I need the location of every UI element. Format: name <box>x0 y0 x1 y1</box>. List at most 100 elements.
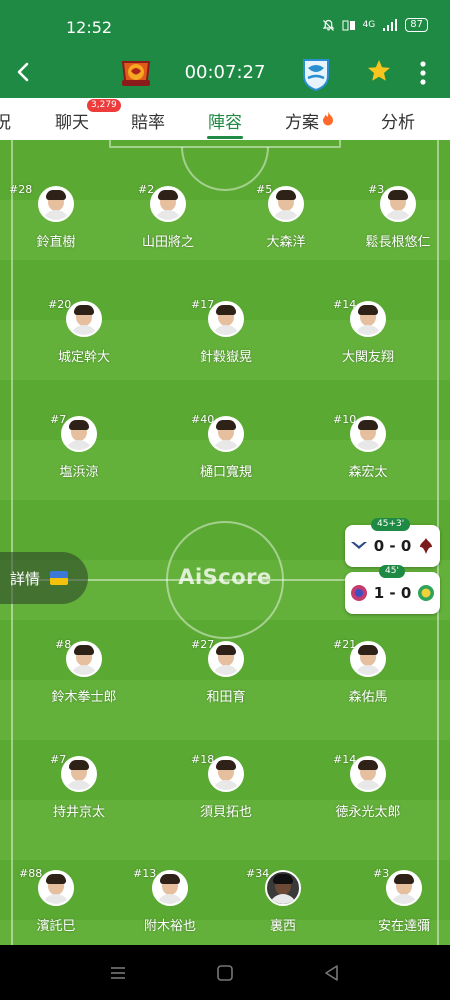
player-avatar <box>268 186 304 222</box>
player-number: #40 <box>191 413 215 426</box>
tab-plans[interactable]: 方案 <box>285 108 319 133</box>
player-avatar <box>38 186 74 222</box>
player-card[interactable]: #18 須貝拓也 <box>171 753 281 836</box>
player-card[interactable]: #20 城定幹大 <box>29 298 139 381</box>
lineup-pitch: AiScore #28 鈴直樹 #2 山田將之 #5 大森洋 #3 鬆長根悠仁 #20 城… <box>0 140 450 945</box>
player-name: 城定幹大 <box>57 350 110 365</box>
player-avatar <box>380 186 416 222</box>
player-avatar <box>152 870 188 906</box>
player-number: #20 <box>48 298 72 311</box>
player-name: 鈴木拳士郎 <box>51 690 117 705</box>
player-card[interactable]: #17 針穀嶽晃 <box>171 298 281 381</box>
player-avatar <box>66 301 102 337</box>
player-avatar <box>386 870 422 906</box>
back-triangle-icon[interactable] <box>322 963 342 983</box>
player-number: #3 <box>368 183 385 196</box>
player-number: #7 <box>50 753 67 766</box>
star-icon[interactable] <box>366 58 392 84</box>
mute-icon <box>322 19 334 31</box>
chat-count-badge: 3,279 <box>87 99 121 112</box>
details-label: 詳情 <box>10 570 41 588</box>
player-name: 森佑馬 <box>348 690 388 705</box>
player-number: #14 <box>333 753 357 766</box>
player-name: 塩浜涼 <box>59 465 99 480</box>
home-icon[interactable] <box>215 963 235 983</box>
player-name: 徳永光太郎 <box>335 805 401 820</box>
player-card[interactable]: #28 鈴直樹 <box>1 183 111 266</box>
player-name: 大森洋 <box>266 235 306 250</box>
player-avatar <box>38 870 74 906</box>
tab-odds[interactable]: 賠率 <box>131 108 165 133</box>
player-name: 和田育 <box>206 690 246 705</box>
player-name: 森宏太 <box>348 465 388 480</box>
player-card[interactable]: #21 森佑馬 <box>313 638 423 721</box>
match-minute: 45' <box>379 565 405 578</box>
active-tab-indicator <box>207 136 243 139</box>
player-card[interactable]: #7 持井京太 <box>24 753 134 836</box>
team-logo-icon <box>420 538 432 554</box>
player-number: #2 <box>138 183 155 196</box>
player-card[interactable]: #7 塩浜涼 <box>24 413 134 496</box>
player-number: #8 <box>55 638 72 651</box>
player-number: #27 <box>191 638 215 651</box>
live-score-card[interactable]: 45+3' 0 - 0 <box>345 518 440 567</box>
signal-icon <box>383 18 398 31</box>
away-team-logo[interactable] <box>297 54 335 92</box>
player-card[interactable]: #13 附木裕也 <box>115 867 225 945</box>
player-name: 持井京太 <box>52 805 105 820</box>
details-button[interactable]: 詳情 <box>0 552 88 604</box>
player-name: 附木裕也 <box>143 919 196 934</box>
player-name: 鈴直樹 <box>36 235 76 250</box>
player-number: #13 <box>133 867 157 880</box>
player-card[interactable]: #27 和田育 <box>171 638 281 721</box>
player-avatar <box>66 641 102 677</box>
match-minute: 45+3' <box>371 518 411 531</box>
player-name: 樋口寬規 <box>199 465 252 480</box>
live-score-card[interactable]: 45' 1 - 0 <box>345 565 440 614</box>
player-card[interactable]: #8 鈴木拳士郎 <box>29 638 139 721</box>
player-number: #10 <box>333 413 357 426</box>
battery-icon: 87 <box>405 18 428 32</box>
player-card[interactable]: #5 大森洋 <box>231 183 341 266</box>
player-card[interactable]: #88 濱託巳 <box>1 867 111 945</box>
more-icon[interactable] <box>414 58 432 88</box>
player-number: #14 <box>333 298 357 311</box>
player-card[interactable]: #34 裏西 <box>228 867 338 945</box>
status-time: 12:52 <box>66 18 113 37</box>
player-number: #21 <box>333 638 357 651</box>
signal-hd-icon <box>342 20 355 30</box>
player-name: 裏西 <box>269 919 296 934</box>
match-header: 00:07:27 <box>0 48 450 98</box>
player-avatar <box>61 756 97 792</box>
player-name: 山田將之 <box>141 235 194 250</box>
player-card[interactable]: #14 大関友翔 <box>313 298 423 381</box>
system-nav-bar <box>0 945 450 1000</box>
player-avatar <box>61 416 97 452</box>
tab-analysis[interactable]: 分析 <box>381 108 415 133</box>
ukraine-flag-icon <box>50 571 68 585</box>
player-card[interactable]: #14 徳永光太郎 <box>313 753 423 836</box>
player-card[interactable]: #3 安在達彌 <box>349 867 450 945</box>
player-name: 濱託巳 <box>36 919 76 934</box>
player-card[interactable]: #2 山田將之 <box>113 183 223 266</box>
player-number: #3 <box>373 867 390 880</box>
tab-lineup[interactable]: 陣容 <box>208 108 242 133</box>
player-number: #88 <box>19 867 43 880</box>
player-name: 大関友翔 <box>341 350 394 365</box>
tab-chat[interactable]: 聊天 <box>55 108 89 133</box>
player-card[interactable]: #3 鬆長根悠仁 <box>343 183 450 266</box>
player-number: #34 <box>246 867 270 880</box>
player-card[interactable]: #40 樋口寬規 <box>171 413 281 496</box>
menu-icon[interactable] <box>108 963 128 983</box>
player-name: 安在達彌 <box>377 919 430 934</box>
tab-summary[interactable]: 況 <box>0 108 11 133</box>
player-avatar <box>265 870 301 906</box>
fire-icon <box>323 111 333 126</box>
tab-bar: 況 聊天 3,279 賠率 陣容 方案 分析 <box>0 98 450 140</box>
player-name: 須貝拓也 <box>199 805 252 820</box>
status-icons: 4G 87 <box>322 18 428 32</box>
player-card[interactable]: #10 森宏太 <box>313 413 423 496</box>
player-name: 針穀嶽晃 <box>199 350 252 365</box>
player-name: 鬆長根悠仁 <box>365 235 431 250</box>
player-number: #28 <box>9 183 33 196</box>
